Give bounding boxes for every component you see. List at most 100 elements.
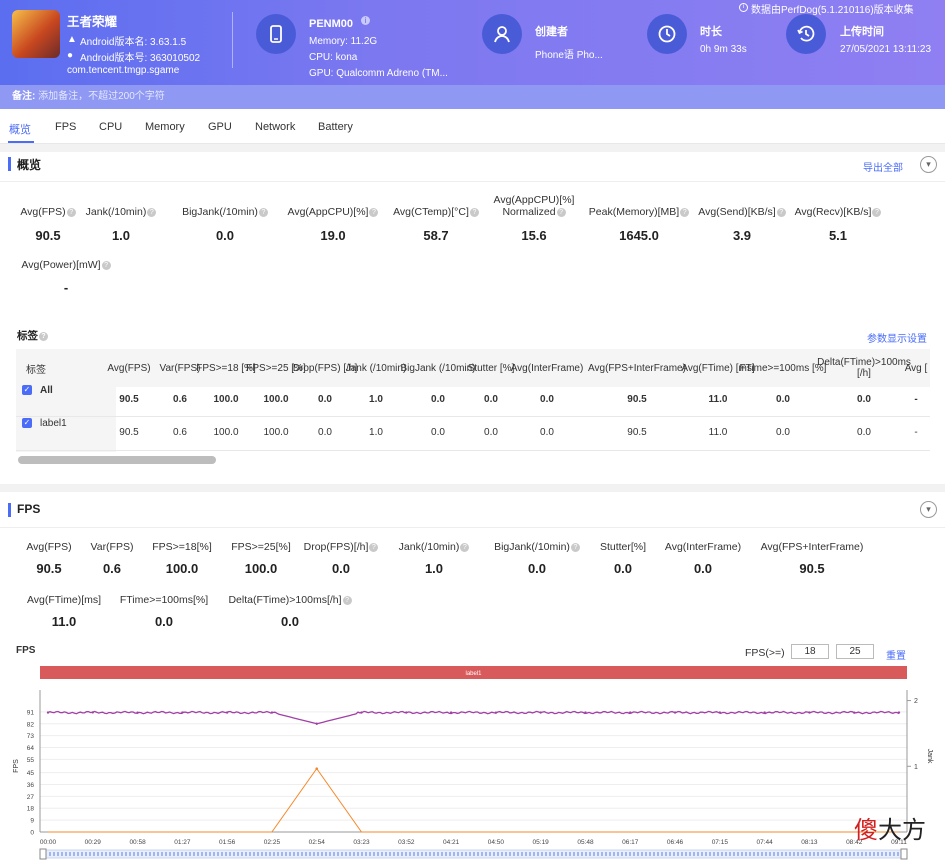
table-cell: - [914,427,918,438]
param-settings-link[interactable]: 参数显示设置 [867,330,927,345]
x-tick-label: 04:50 [488,839,505,846]
y-tick-label: 91 [27,709,35,716]
y2-axis-label: Jank [926,749,933,764]
help-icon[interactable]: ? [342,595,352,605]
tab-memory[interactable]: Memory [145,121,185,133]
note-bar[interactable]: 备注: 添加备注，不超过200个字符 [0,85,945,109]
fps-threshold-input-2[interactable]: 25 [836,644,874,659]
export-all-link[interactable]: 导出全部 [863,159,903,174]
column-header[interactable]: Avg [ [871,349,930,387]
reset-link[interactable]: 重置 [886,647,906,662]
android-icon-2: ● [67,50,74,61]
metric-label-text: Avg(Power)[mW] [21,259,101,271]
fps-point [763,711,766,714]
header-divider [232,12,233,68]
help-icon[interactable]: ? [101,260,111,270]
metric-label-text: BigJank(/10min) [182,206,258,218]
row-checkbox[interactable]: ✓ [22,385,32,395]
fps-threshold-label: FPS(>=) [745,647,785,659]
column-header[interactable]: FTime>=100ms [%] [738,349,828,387]
y-tick-label: 0 [30,830,34,837]
fps-chart[interactable]: label1 0 9 18 27 36 45 55 64 73 82 91 FPS Jank 1 2 00:00… [0,662,945,862]
fps-metric-label-text: Delta(FTime)>100ms[/h] [228,594,342,606]
metric-label: Avg(Power)[mW]? [0,259,136,271]
table-cell: - [914,394,918,405]
fps-metric-label-text: Avg(InterFrame) [664,541,742,553]
fps-metric-label: FTime>=100ms[%] [94,594,234,606]
tab-bar: 概览 FPS CPU Memory GPU Network Battery [0,112,945,144]
y-tick-label: 27 [27,794,35,801]
fps-point [897,711,901,714]
row-divider [16,450,930,451]
fps-metric-label: Delta(FTime)>100ms[/h]? [220,594,360,606]
fps-metric-value: 0.0 [280,614,300,629]
help-icon[interactable]: ? [872,207,882,217]
x-tick-label: 06:46 [667,839,684,846]
info-icon[interactable]: i [361,16,370,25]
tab-network[interactable]: Network [255,121,295,133]
x-tick-label: 07:44 [756,839,773,846]
tab-overview[interactable]: 概览 [9,121,31,137]
package-name: com.tencent.tmgp.sgame [67,65,180,76]
section-gap [0,484,945,492]
device-name: PENM00 [309,18,354,30]
x-tick-label: 08:13 [801,839,818,846]
fps-point [315,722,318,725]
section-marker [8,157,11,171]
fps-point [718,711,722,714]
fps-metric-label-text: FTime>=100ms[%] [119,594,209,606]
fps-threshold-input-1[interactable]: 18 [791,644,829,659]
y-tick-label: 73 [27,733,35,740]
tab-fps[interactable]: FPS [55,121,76,133]
android-version-code: Android版本号: 363010502 [80,53,201,64]
x-tick-label: 01:27 [174,839,191,846]
fps-point [405,711,408,714]
fps-metric-value: 0.0 [154,614,174,629]
y-tick-label: 45 [27,770,35,777]
fps-metric-label-text: Jank(/10min) [398,541,460,553]
note-label: 备注: [12,91,36,102]
jank-point [315,767,319,770]
column-header[interactable]: Avg(FPS+InterFrame) [588,349,686,387]
tab-cpu[interactable]: CPU [99,121,122,133]
help-icon[interactable]: ? [39,331,48,341]
fps-point [539,711,542,714]
tab-battery[interactable]: Battery [318,121,353,133]
tab-gpu[interactable]: GPU [208,121,232,133]
fps-point [629,711,632,714]
metric-label-text: Jank(/10min) [85,206,147,218]
fps-chart-title: FPS [16,645,36,656]
metric-label-line1: Avg(AppCPU)[%] [493,194,575,206]
column-header[interactable]: Avg(InterFrame) [502,349,592,387]
fps-point [46,711,50,714]
device-gpu: GPU: Qualcomm Adreno (TM... [309,68,448,79]
metric-value: 5.1 [828,228,848,243]
metric-label: Avg(Recv)[KB/s]? [768,206,908,218]
y-tick-label: 55 [27,757,35,764]
collapse-fps-icon[interactable]: ▾ [920,501,937,518]
android-icon: ▲ [67,34,77,45]
upload-value: 27/05/2021 13:11:23 [840,44,932,55]
fps-point [181,711,184,714]
phone-icon [256,14,296,54]
table-scrollbar[interactable] [18,456,216,464]
fps-metric-label-text: Drop(FPS)[/h] [303,541,369,553]
report-header: 王者荣耀 ▲ Android版本名: 3.63.1.5 ● Android版本号… [0,0,945,85]
collapse-overview-icon[interactable]: ▾ [920,156,937,173]
duration-label: 时长 [700,26,722,38]
duration-value: 0h 9m 33s [700,44,747,55]
section-marker [8,503,11,517]
watermark: 傻大方 [854,810,926,845]
row-checkbox[interactable]: ✓ [22,418,32,428]
help-icon[interactable]: ? [556,207,566,217]
column-header[interactable]: 标签 [26,351,86,389]
clock-icon [647,14,687,54]
jank-series-line [48,767,899,833]
y-tick-label: 82 [27,721,35,728]
fps-metric-value: 90.5 [799,561,825,576]
note-input[interactable]: 添加备注，不超过200个字符 [38,91,165,102]
app-name: 王者荣耀 [67,15,118,29]
fps-point [360,711,363,714]
fps-point [853,711,856,714]
overview-section-header: 概览 [0,146,945,182]
